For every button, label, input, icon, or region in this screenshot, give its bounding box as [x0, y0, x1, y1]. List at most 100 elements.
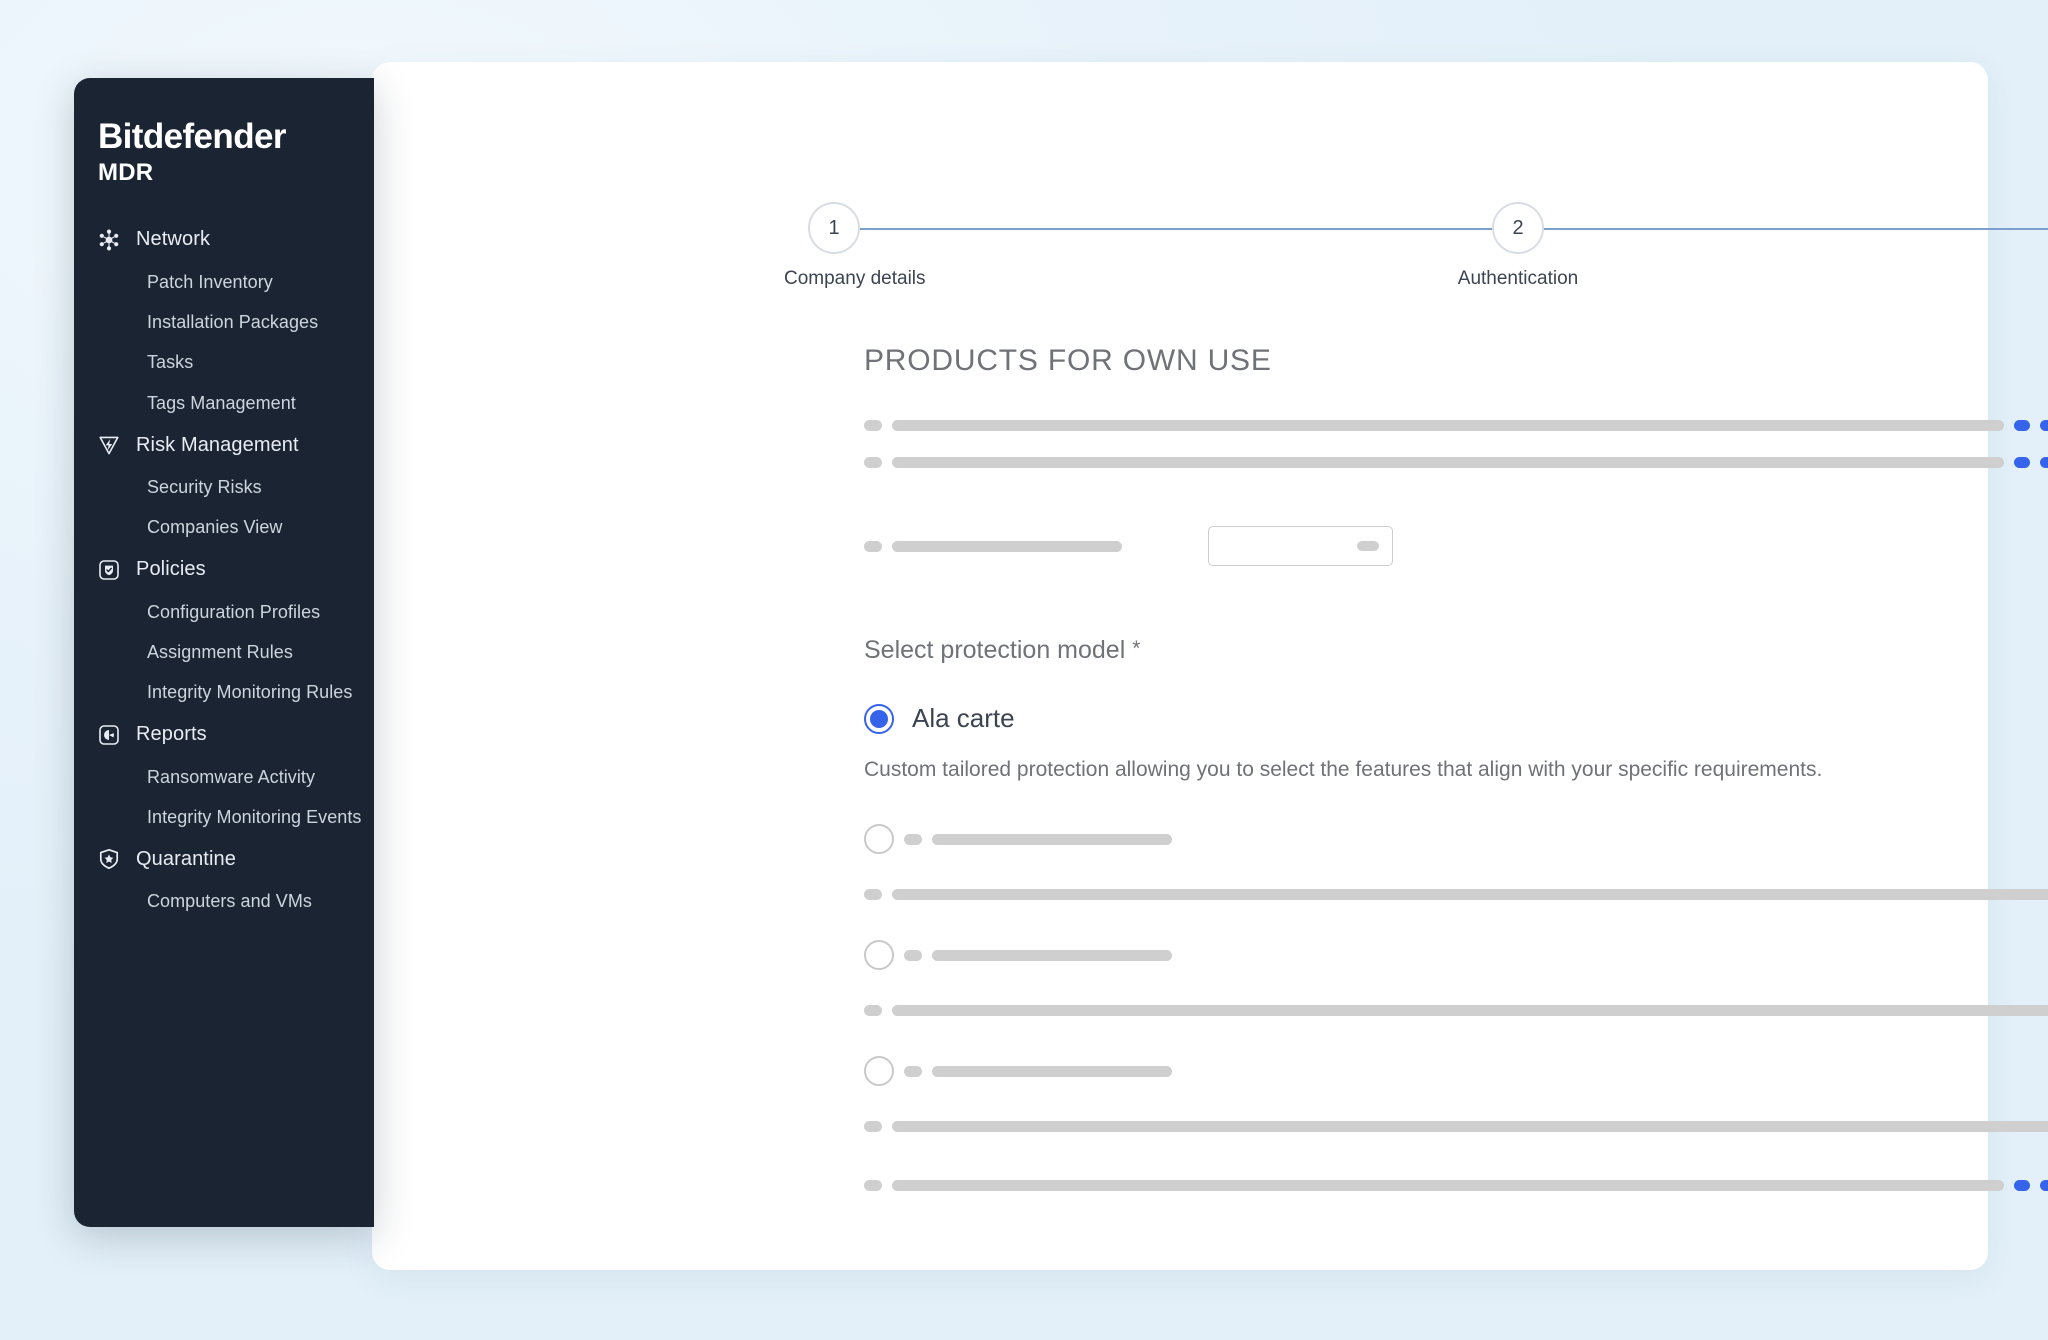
sidebar-group-label: Risk Management — [136, 433, 299, 456]
sidebar-item-label: Patch Inventory — [147, 271, 273, 292]
sidebar-item-integrity-monitoring-rules[interactable]: Integrity Monitoring Rules — [74, 672, 374, 712]
desc-leading-dot — [864, 889, 882, 901]
sidebar-item-installation-packages[interactable]: Installation Packages — [74, 302, 374, 342]
radio-ala-carte-label: Ala carte — [912, 703, 1015, 733]
step-company-details[interactable]: 1 Company details — [784, 202, 1004, 290]
sidebar-group-label: Policies — [136, 558, 206, 581]
sidebar-item-label: Installation Packages — [147, 312, 319, 333]
product-row-placeholder — [864, 420, 2048, 431]
sidebar-group-reports[interactable]: Reports — [74, 713, 374, 757]
step-authentication[interactable]: 2 Authentication — [1408, 202, 1628, 290]
sidebar-item-label: Companies View — [147, 517, 283, 538]
row-accent-bar — [2040, 457, 2048, 468]
desc-leading-dot — [864, 1005, 882, 1017]
radio-label-bar — [932, 949, 1172, 961]
product-row-placeholder — [864, 457, 2048, 468]
shield-bolt-icon — [96, 432, 122, 458]
sidebar-item-security-risks[interactable]: Security Risks — [74, 467, 374, 507]
quantity-label-placeholder — [864, 540, 1122, 552]
sidebar-item-integrity-monitoring-events[interactable]: Integrity Monitoring Events — [74, 797, 374, 837]
row-accent-dot — [2014, 1180, 2030, 1192]
sidebar-item-configuration-profiles[interactable]: Configuration Profiles — [74, 592, 374, 632]
radio-description-placeholder — [864, 1005, 2048, 1017]
label-leading-dot — [864, 540, 882, 552]
quantity-field-group — [864, 526, 2048, 566]
sidebar-group-label: Network — [136, 228, 211, 251]
sidebar-group-policies[interactable]: Policies — [74, 548, 374, 592]
radio-option-ala-carte[interactable]: Ala carte — [864, 703, 2048, 734]
sidebar-item-label: Assignment Rules — [147, 641, 293, 662]
quantity-select[interactable] — [1208, 526, 1393, 566]
row-label-placeholder — [892, 420, 2004, 431]
radio-placeholder-input[interactable] — [864, 940, 894, 971]
sidebar-group-label: Reports — [136, 723, 207, 746]
radio-label-leading-dot — [904, 1065, 922, 1077]
desc-bar — [892, 1121, 2048, 1133]
summary-row-placeholder — [864, 1180, 2048, 1192]
sidebar-item-label: Ransomware Activity — [147, 766, 316, 787]
radio-placeholder-input[interactable] — [864, 824, 894, 855]
sidebar-item-patch-inventory[interactable]: Patch Inventory — [74, 262, 374, 302]
brand-logo: Bitdefender MDR — [74, 78, 374, 188]
row-accent-dot — [2014, 457, 2030, 468]
radio-label-leading-dot — [904, 833, 922, 845]
step-2-circle: 2 — [1492, 202, 1544, 254]
shield-check-box-icon — [96, 557, 122, 583]
step-1-circle: 1 — [808, 202, 860, 254]
sidebar-item-label: Configuration Profiles — [147, 601, 321, 622]
sidebar-group-risk-management[interactable]: Risk Management — [74, 423, 374, 467]
sidebar-group-network[interactable]: Network — [74, 218, 374, 262]
protection-model-label: Select protection model * — [864, 636, 2048, 665]
radio-placeholder-row — [864, 1056, 2048, 1087]
network-nodes-icon — [96, 227, 122, 253]
sidebar-item-label: Security Risks — [147, 477, 262, 498]
radio-option-placeholder[interactable] — [864, 940, 2048, 1017]
brand-name: Bitdefender — [98, 117, 286, 156]
sidebar-item-label: Integrity Monitoring Rules — [147, 682, 353, 703]
section-title: PRODUCTS FOR OWN USE — [864, 344, 1272, 377]
sidebar-item-label: Tasks — [147, 352, 194, 373]
pie-chart-box-icon — [96, 722, 122, 748]
brand-subtitle: MDR — [98, 158, 154, 186]
sidebar-item-label: Integrity Monitoring Events — [147, 806, 362, 827]
desc-leading-dot — [864, 1121, 882, 1133]
row-label-placeholder — [892, 1180, 2004, 1192]
sidebar-item-assignment-rules[interactable]: Assignment Rules — [74, 632, 374, 672]
radio-option-placeholder[interactable] — [864, 824, 2048, 901]
row-accent-dot — [2014, 420, 2030, 431]
content-card: 1 Company details 2 Authentication 3 Lic… — [372, 62, 2048, 1270]
radio-option-placeholder[interactable] — [864, 1056, 2048, 1133]
step-licensing[interactable]: 3 Licensing — [2032, 202, 2048, 290]
sidebar-item-ransomware-activity[interactable]: Ransomware Activity — [74, 757, 374, 797]
row-label-placeholder — [892, 457, 2004, 468]
sidebar: Bitdefender MDR Network Patch Inventory … — [74, 78, 374, 1227]
sidebar-item-label: Tags Management — [147, 392, 296, 413]
row-leading-dot — [864, 457, 882, 468]
licensing-form: PRODUCTS FOR OWN USE Select protection m… — [864, 344, 2048, 1192]
desc-bar — [892, 1005, 2048, 1017]
sidebar-item-tags-management[interactable]: Tags Management — [74, 383, 374, 423]
radio-description-placeholder — [864, 889, 2048, 901]
sidebar-item-computers-and-vms[interactable]: Computers and VMs — [74, 881, 374, 921]
radio-label-bar — [932, 833, 1172, 845]
protection-model-label-text: Select protection model — [864, 636, 1126, 664]
sidebar-item-companies-view[interactable]: Companies View — [74, 507, 374, 547]
row-accent-bar — [2040, 420, 2048, 431]
label-bar — [892, 540, 1122, 552]
row-leading-dot — [864, 420, 882, 431]
radio-ala-carte-description: Custom tailored protection allowing you … — [864, 758, 1823, 781]
sidebar-item-tasks[interactable]: Tasks — [74, 342, 374, 382]
sidebar-item-label: Computers and VMs — [147, 891, 312, 912]
radio-placeholder-row — [864, 824, 2048, 855]
radio-placeholder-row — [864, 940, 2048, 971]
sidebar-group-quarantine[interactable]: Quarantine — [74, 837, 374, 881]
radio-description-placeholder — [864, 1121, 2048, 1133]
radio-label-leading-dot — [904, 949, 922, 961]
required-asterisk: * — [1132, 637, 1141, 660]
row-accent-bar — [2040, 1180, 2048, 1192]
wizard-stepper: 1 Company details 2 Authentication 3 Lic… — [784, 202, 2048, 302]
radio-ala-carte-input[interactable] — [864, 703, 894, 734]
radio-placeholder-input[interactable] — [864, 1056, 894, 1087]
select-value-placeholder — [1357, 541, 1379, 551]
step-2-label: Authentication — [1457, 268, 1579, 289]
